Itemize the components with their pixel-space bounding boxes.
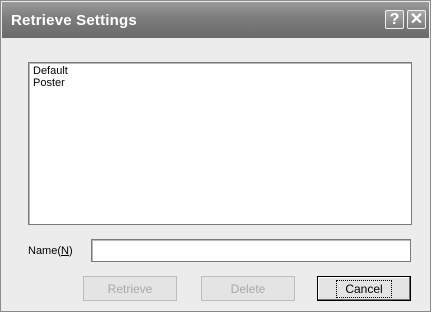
cancel-button[interactable]: Cancel (317, 276, 411, 301)
title-bar: Retrieve Settings ? ✕ (2, 2, 429, 38)
name-mnemonic: N (61, 245, 69, 257)
settings-list[interactable]: Default Poster (28, 62, 412, 225)
list-item[interactable]: Poster (33, 77, 407, 89)
window-title: Retrieve Settings (11, 12, 137, 29)
retrieve-button[interactable]: Retrieve (83, 276, 177, 301)
help-icon: ? (389, 10, 400, 28)
list-item[interactable]: Default (33, 65, 407, 77)
name-input[interactable] (91, 239, 411, 262)
close-button[interactable]: ✕ (407, 10, 426, 29)
name-label: Name(N) (28, 245, 73, 257)
retrieve-settings-dialog: Retrieve Settings ? ✕ Default Poster Nam… (0, 0, 431, 312)
delete-button[interactable]: Delete (201, 276, 295, 301)
help-button[interactable]: ? (385, 10, 404, 29)
close-icon: ✕ (409, 10, 424, 28)
cancel-button-label: Cancel (336, 279, 392, 298)
name-label-text: Name (28, 245, 58, 257)
